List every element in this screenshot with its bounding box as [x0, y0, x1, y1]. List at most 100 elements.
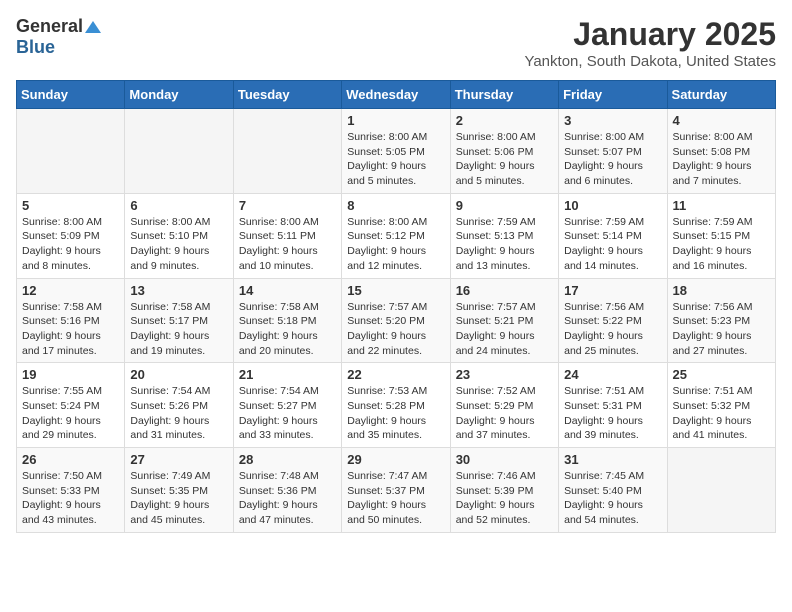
- day-number: 11: [673, 198, 770, 213]
- day-info: Sunrise: 8:00 AMSunset: 5:05 PMDaylight:…: [347, 130, 444, 189]
- day-info: Sunrise: 7:59 AMSunset: 5:14 PMDaylight:…: [564, 215, 661, 274]
- day-info: Sunrise: 7:48 AMSunset: 5:36 PMDaylight:…: [239, 469, 336, 528]
- day-info: Sunrise: 8:00 AMSunset: 5:08 PMDaylight:…: [673, 130, 770, 189]
- day-info: Sunrise: 8:00 AMSunset: 5:11 PMDaylight:…: [239, 215, 336, 274]
- day-number: 16: [456, 283, 553, 298]
- day-info: Sunrise: 7:58 AMSunset: 5:16 PMDaylight:…: [22, 300, 119, 359]
- day-info: Sunrise: 7:50 AMSunset: 5:33 PMDaylight:…: [22, 469, 119, 528]
- calendar-cell: 30Sunrise: 7:46 AMSunset: 5:39 PMDayligh…: [450, 448, 558, 533]
- calendar-week-row: 19 Sunrise: 7:55 AMSunset: 5:24 PMDayligh…: [17, 363, 776, 448]
- calendar-cell: 10 Sunrise: 7:59 AMSunset: 5:14 PMDayligh…: [559, 193, 667, 278]
- logo-icon: [85, 21, 101, 33]
- day-number: 21: [239, 367, 336, 382]
- calendar-week-row: 12 Sunrise: 7:58 AMSunset: 5:16 PMDayligh…: [17, 278, 776, 363]
- calendar-cell: [233, 109, 341, 194]
- day-number: 2: [456, 113, 553, 128]
- logo-general-text: General: [16, 16, 83, 37]
- weekday-header-row: SundayMondayTuesdayWednesdayThursdayFrid…: [17, 81, 776, 109]
- day-info: Sunrise: 7:59 AMSunset: 5:13 PMDaylight:…: [456, 215, 553, 274]
- day-info: Sunrise: 7:55 AMSunset: 5:24 PMDaylight:…: [22, 384, 119, 443]
- day-number: 5: [22, 198, 119, 213]
- logo: General Blue: [16, 16, 101, 58]
- day-number: 3: [564, 113, 661, 128]
- day-info: Sunrise: 8:00 AMSunset: 5:12 PMDaylight:…: [347, 215, 444, 274]
- calendar-cell: [125, 109, 233, 194]
- calendar-cell: 19 Sunrise: 7:55 AMSunset: 5:24 PMDayligh…: [17, 363, 125, 448]
- day-number: 10: [564, 198, 661, 213]
- day-info: Sunrise: 7:57 AMSunset: 5:20 PMDaylight:…: [347, 300, 444, 359]
- calendar-cell: 28 Sunrise: 7:48 AMSunset: 5:36 PMDayligh…: [233, 448, 341, 533]
- calendar-cell: 1 Sunrise: 8:00 AMSunset: 5:05 PMDaylight…: [342, 109, 450, 194]
- day-number: 4: [673, 113, 770, 128]
- calendar-cell: 31Sunrise: 7:45 AMSunset: 5:40 PMDayligh…: [559, 448, 667, 533]
- day-number: 28: [239, 452, 336, 467]
- calendar-cell: 16 Sunrise: 7:57 AMSunset: 5:21 PMDayligh…: [450, 278, 558, 363]
- day-number: 1: [347, 113, 444, 128]
- calendar-cell: 12 Sunrise: 7:58 AMSunset: 5:16 PMDayligh…: [17, 278, 125, 363]
- title-area: January 2025 Yankton, South Dakota, Unit…: [524, 16, 776, 70]
- day-info: Sunrise: 7:58 AMSunset: 5:18 PMDaylight:…: [239, 300, 336, 359]
- day-number: 9: [456, 198, 553, 213]
- calendar-cell: 4 Sunrise: 8:00 AMSunset: 5:08 PMDaylight…: [667, 109, 775, 194]
- day-number: 31: [564, 452, 661, 467]
- day-number: 30: [456, 452, 553, 467]
- day-info: Sunrise: 8:00 AMSunset: 5:09 PMDaylight:…: [22, 215, 119, 274]
- calendar-cell: 27Sunrise: 7:49 AMSunset: 5:35 PMDayligh…: [125, 448, 233, 533]
- day-info: Sunrise: 7:54 AMSunset: 5:26 PMDaylight:…: [130, 384, 227, 443]
- calendar-cell: 9 Sunrise: 7:59 AMSunset: 5:13 PMDaylight…: [450, 193, 558, 278]
- calendar-cell: 7Sunrise: 8:00 AMSunset: 5:11 PMDaylight…: [233, 193, 341, 278]
- day-number: 22: [347, 367, 444, 382]
- calendar-cell: 18Sunrise: 7:56 AMSunset: 5:23 PMDayligh…: [667, 278, 775, 363]
- calendar-cell: 20 Sunrise: 7:54 AMSunset: 5:26 PMDayligh…: [125, 363, 233, 448]
- calendar-cell: 17 Sunrise: 7:56 AMSunset: 5:22 PMDayligh…: [559, 278, 667, 363]
- calendar-cell: 25Sunrise: 7:51 AMSunset: 5:32 PMDayligh…: [667, 363, 775, 448]
- day-info: Sunrise: 7:57 AMSunset: 5:21 PMDaylight:…: [456, 300, 553, 359]
- day-info: Sunrise: 7:53 AMSunset: 5:28 PMDaylight:…: [347, 384, 444, 443]
- day-number: 23: [456, 367, 553, 382]
- day-number: 12: [22, 283, 119, 298]
- day-info: Sunrise: 7:54 AMSunset: 5:27 PMDaylight:…: [239, 384, 336, 443]
- calendar-cell: 8Sunrise: 8:00 AMSunset: 5:12 PMDaylight…: [342, 193, 450, 278]
- day-info: Sunrise: 8:00 AMSunset: 5:10 PMDaylight:…: [130, 215, 227, 274]
- day-number: 29: [347, 452, 444, 467]
- calendar-cell: [667, 448, 775, 533]
- calendar-cell: 24Sunrise: 7:51 AMSunset: 5:31 PMDayligh…: [559, 363, 667, 448]
- weekday-header-tuesday: Tuesday: [233, 81, 341, 109]
- day-number: 6: [130, 198, 227, 213]
- day-number: 26: [22, 452, 119, 467]
- calendar-cell: 14 Sunrise: 7:58 AMSunset: 5:18 PMDayligh…: [233, 278, 341, 363]
- calendar-cell: 2 Sunrise: 8:00 AMSunset: 5:06 PMDaylight…: [450, 109, 558, 194]
- calendar-week-row: 5 Sunrise: 8:00 AMSunset: 5:09 PMDaylight…: [17, 193, 776, 278]
- logo-blue-text: Blue: [16, 37, 55, 58]
- weekday-header-saturday: Saturday: [667, 81, 775, 109]
- day-info: Sunrise: 7:47 AMSunset: 5:37 PMDaylight:…: [347, 469, 444, 528]
- day-info: Sunrise: 7:56 AMSunset: 5:23 PMDaylight:…: [673, 300, 770, 359]
- day-info: Sunrise: 7:56 AMSunset: 5:22 PMDaylight:…: [564, 300, 661, 359]
- calendar-cell: 21 Sunrise: 7:54 AMSunset: 5:27 PMDayligh…: [233, 363, 341, 448]
- calendar-week-row: 1 Sunrise: 8:00 AMSunset: 5:05 PMDaylight…: [17, 109, 776, 194]
- day-info: Sunrise: 7:58 AMSunset: 5:17 PMDaylight:…: [130, 300, 227, 359]
- weekday-header-sunday: Sunday: [17, 81, 125, 109]
- day-number: 14: [239, 283, 336, 298]
- day-info: Sunrise: 7:51 AMSunset: 5:32 PMDaylight:…: [673, 384, 770, 443]
- calendar-cell: 3 Sunrise: 8:00 AMSunset: 5:07 PMDaylight…: [559, 109, 667, 194]
- calendar-cell: 11 Sunrise: 7:59 AMSunset: 5:15 PMDayligh…: [667, 193, 775, 278]
- day-info: Sunrise: 7:59 AMSunset: 5:15 PMDaylight:…: [673, 215, 770, 274]
- calendar-cell: 15Sunrise: 7:57 AMSunset: 5:20 PMDayligh…: [342, 278, 450, 363]
- day-info: Sunrise: 8:00 AMSunset: 5:07 PMDaylight:…: [564, 130, 661, 189]
- day-info: Sunrise: 7:52 AMSunset: 5:29 PMDaylight:…: [456, 384, 553, 443]
- weekday-header-friday: Friday: [559, 81, 667, 109]
- calendar-cell: 23 Sunrise: 7:52 AMSunset: 5:29 PMDayligh…: [450, 363, 558, 448]
- weekday-header-wednesday: Wednesday: [342, 81, 450, 109]
- day-number: 20: [130, 367, 227, 382]
- location-title: Yankton, South Dakota, United States: [524, 53, 776, 70]
- day-number: 17: [564, 283, 661, 298]
- day-number: 19: [22, 367, 119, 382]
- calendar-cell: 26 Sunrise: 7:50 AMSunset: 5:33 PMDayligh…: [17, 448, 125, 533]
- day-info: Sunrise: 8:00 AMSunset: 5:06 PMDaylight:…: [456, 130, 553, 189]
- calendar-cell: [17, 109, 125, 194]
- calendar-cell: 13Sunrise: 7:58 AMSunset: 5:17 PMDayligh…: [125, 278, 233, 363]
- day-number: 24: [564, 367, 661, 382]
- calendar-week-row: 26 Sunrise: 7:50 AMSunset: 5:33 PMDayligh…: [17, 448, 776, 533]
- calendar-cell: 5 Sunrise: 8:00 AMSunset: 5:09 PMDaylight…: [17, 193, 125, 278]
